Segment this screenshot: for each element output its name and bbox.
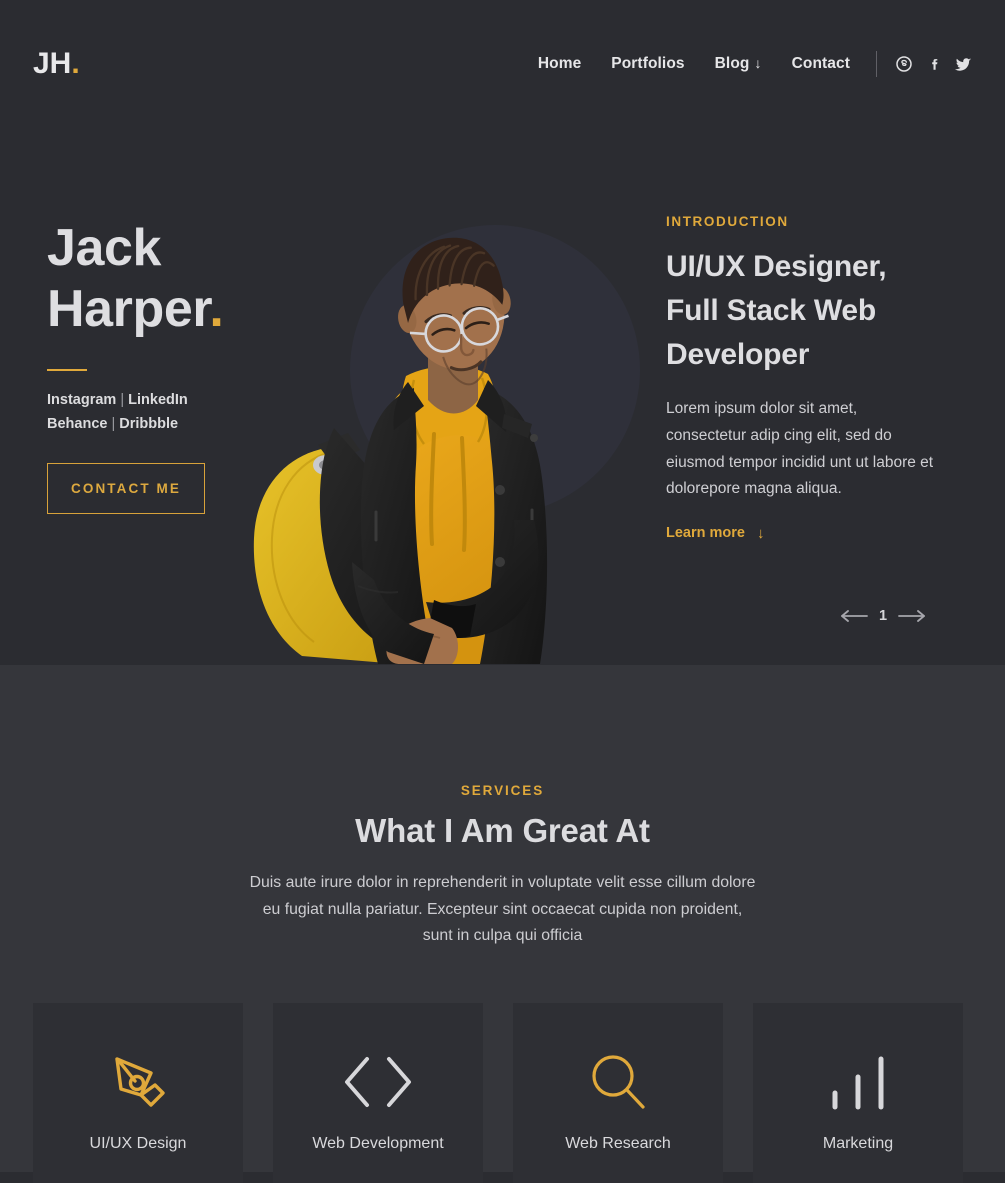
page-title: Jack Harper. [47,218,367,341]
accent-rule [47,368,87,371]
nav-item-home-label: Home [537,55,582,72]
pen-tool-icon [107,1049,169,1115]
learn-more-label: Learn more [666,525,745,542]
nav-item-blog-label: Blog [714,55,750,72]
services-eyebrow: SERVICES [460,783,545,798]
logo-dot: . [71,47,80,80]
hero-name-dot: . [209,280,224,339]
services-description: Duis aute irure dolor in reprehenderit i… [249,874,756,945]
contact-me-button[interactable]: CONTACT ME [47,463,205,515]
bar-chart-icon [825,1049,891,1115]
nav-divider [876,51,877,77]
nav-links: Home Portfolios Blog ↓ Contact [538,55,850,73]
learn-more-link[interactable]: Learn more ↓ [666,525,764,542]
nav-item-portfolios-label: Portfolios [611,55,685,72]
twitter-icon[interactable] [955,56,972,73]
chevron-down-icon: ↓ [754,55,762,71]
social-link-instagram[interactable]: Instagram [47,392,116,408]
hero-description: Lorem ipsum dolor sit amet, consectetur … [666,400,934,498]
slider-navigation: 1 [840,608,926,624]
service-cards-row: UI/UX Design Web Development Web Researc… [33,1003,972,1183]
social-separator-1: | [116,391,129,408]
magnifier-icon [587,1049,649,1115]
service-card-label: Marketing [822,1135,894,1152]
service-card-label: Web Research [565,1135,671,1152]
services-title: What I Am Great At [355,812,650,849]
service-card-label: UI/UX Design [89,1135,187,1152]
service-card-label: Web Development [312,1135,444,1152]
navbar-social-links [895,56,972,73]
social-separator-2: | [107,416,120,433]
logo-text: JH [33,47,72,80]
social-link-dribbble[interactable]: Dribbble [119,416,178,432]
nav-item-portfolios[interactable]: Portfolios [611,55,684,73]
nav-item-home[interactable]: Home [538,55,581,73]
hero-right-column: INTRODUCTION UI/UX Designer, Full Stack … [666,214,936,542]
social-link-linkedin[interactable]: LinkedIn [128,392,188,408]
arrow-left-icon[interactable] [840,610,868,622]
service-card-web-research[interactable]: Web Research [513,1003,723,1183]
arrow-down-icon: ↓ [756,524,765,542]
introduction-eyebrow: INTRODUCTION [666,214,789,229]
hero-name-line1: Jack [47,219,162,277]
hero-social-links: Instagram | LinkedIn Behance | Dribbble [47,388,367,437]
arrow-right-icon[interactable] [898,610,926,622]
slide-index-label: 1 [879,608,888,624]
service-card-marketing[interactable]: Marketing [753,1003,963,1183]
hero-headline: UI/UX Designer, Full Stack Web Developer [666,250,887,372]
hero-left-column: Jack Harper. Instagram | LinkedIn Behanc… [47,218,367,515]
service-card-web-development[interactable]: Web Development [273,1003,483,1183]
top-navigation-bar: JH. Home Portfolios Blog ↓ Contact [0,0,1005,128]
hero-section: JH. Home Portfolios Blog ↓ Contact Jack … [0,0,1005,665]
skype-icon[interactable] [895,56,912,73]
site-logo[interactable]: JH. [33,49,80,79]
code-icon [339,1049,417,1115]
nav-item-blog[interactable]: Blog ↓ [715,55,762,73]
hero-name-line2: Harper [47,280,210,339]
nav-item-contact[interactable]: Contact [792,55,850,73]
facebook-icon[interactable] [925,56,942,73]
service-card-uiux-design[interactable]: UI/UX Design [33,1003,243,1183]
services-header: SERVICES What I Am Great At Duis aute ir… [0,665,1005,950]
nav-item-contact-label: Contact [791,55,850,72]
social-link-behance[interactable]: Behance [47,416,107,432]
